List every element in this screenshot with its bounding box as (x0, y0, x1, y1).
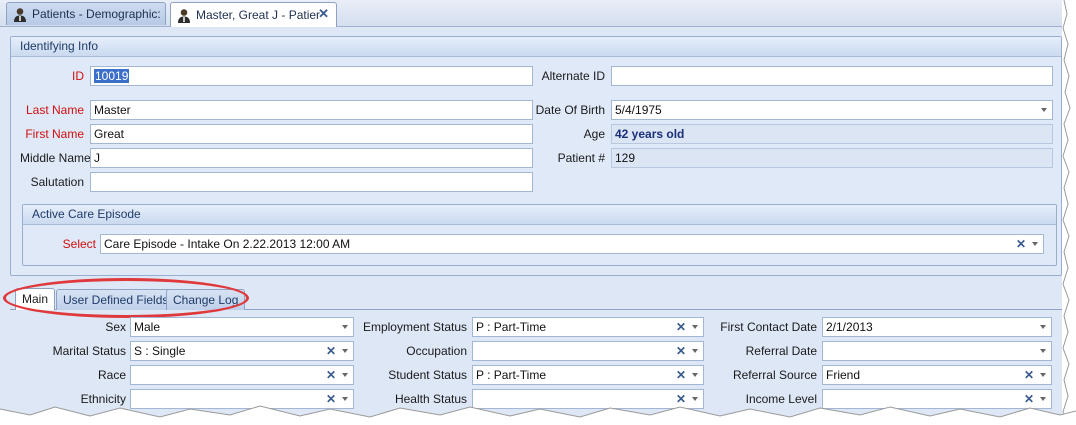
group-header: Active Care Episode (23, 205, 1056, 225)
person-icon (178, 8, 190, 23)
last-name-label: Last Name (25, 103, 84, 117)
salutation-field[interactable] (90, 172, 533, 192)
care-episode-select-label: Select (62, 237, 96, 251)
clear-icon[interactable]: ✕ (1024, 366, 1034, 384)
last-name-field[interactable]: Master (90, 100, 533, 120)
student-status-value: P : Part-Time (476, 368, 547, 382)
chevron-down-icon[interactable] (1040, 325, 1046, 329)
document-tab-strip: Patients - Demographic: Master, Great J … (0, 0, 1062, 27)
id-label: ID (72, 69, 84, 83)
person-icon (14, 7, 26, 22)
sex-value: Male (134, 320, 161, 334)
annotation-ellipse (3, 278, 249, 318)
chevron-down-icon[interactable] (1040, 373, 1046, 377)
sex-select[interactable]: Male (130, 317, 354, 337)
care-episode-value: Care Episode - Intake On 2.22.2013 12:00… (104, 237, 351, 251)
patient-number-field: 129 (611, 148, 1053, 168)
race-select[interactable]: ✕ (130, 365, 354, 385)
middle-name-field[interactable]: J (90, 148, 533, 168)
patient-number-label: Patient # (557, 151, 605, 165)
chevron-down-icon[interactable] (342, 397, 348, 401)
chevron-down-icon[interactable] (342, 325, 348, 329)
tab-label: Master, Great J - Patier (196, 8, 321, 22)
clear-icon[interactable]: ✕ (676, 342, 686, 360)
torn-edge-right (1062, 0, 1076, 425)
referral-source-select[interactable]: Friend ✕ (822, 365, 1052, 385)
torn-edge-bottom (0, 405, 1076, 425)
chevron-down-icon[interactable] (1041, 108, 1047, 112)
chevron-down-icon[interactable] (692, 373, 698, 377)
tab-label: Patients - Demographic: (32, 7, 161, 21)
employment-status-select[interactable]: P : Part-Time ✕ (472, 317, 704, 337)
chevron-down-icon[interactable] (1032, 242, 1038, 246)
student-status-label: Student Status (388, 368, 467, 382)
first-name-label: First Name (25, 127, 84, 141)
chevron-down-icon[interactable] (1040, 397, 1046, 401)
first-contact-date-value: 2/1/2013 (826, 320, 873, 334)
referral-source-value: Friend (826, 368, 861, 382)
chevron-down-icon[interactable] (342, 349, 348, 353)
clear-icon[interactable]: ✕ (676, 366, 686, 384)
first-contact-date-label: First Contact Date (720, 320, 817, 334)
age-label: Age (583, 127, 605, 141)
referral-date-field[interactable] (822, 341, 1052, 361)
date-of-birth-label: Date Of Birth (535, 103, 605, 117)
id-value: 10019 (94, 69, 130, 83)
care-episode-select[interactable]: Care Episode - Intake On 2.22.2013 12:00… (100, 234, 1044, 254)
date-of-birth-field[interactable]: 5/4/1975 (611, 100, 1053, 120)
clear-icon[interactable]: ✕ (1016, 235, 1026, 253)
chevron-down-icon[interactable] (692, 397, 698, 401)
referral-date-label: Referral Date (745, 344, 817, 358)
first-contact-date-field[interactable]: 2/1/2013 (822, 317, 1052, 337)
tab-patients-demographics[interactable]: Patients - Demographic: (6, 2, 166, 25)
chevron-down-icon[interactable] (1040, 349, 1046, 353)
occupation-label: Occupation (406, 344, 467, 358)
chevron-down-icon[interactable] (692, 349, 698, 353)
chevron-down-icon[interactable] (342, 373, 348, 377)
tab-patient-record[interactable]: Master, Great J - Patier ✕ (170, 2, 337, 27)
sex-label: Sex (105, 320, 126, 334)
race-label: Race (97, 368, 126, 382)
alternate-id-label: Alternate ID (541, 69, 605, 83)
salutation-label: Salutation (30, 175, 84, 189)
referral-source-label: Referral Source (732, 368, 817, 382)
chevron-down-icon[interactable] (692, 325, 698, 329)
occupation-select[interactable]: ✕ (472, 341, 704, 361)
middle-name-label: Middle Name (20, 151, 91, 165)
group-header: Identifying Info (11, 37, 1061, 57)
employment-status-label: Employment Status (362, 320, 467, 334)
clear-icon[interactable]: ✕ (676, 318, 686, 336)
marital-status-label: Marital Status (52, 344, 126, 358)
student-status-select[interactable]: P : Part-Time ✕ (472, 365, 704, 385)
alternate-id-field[interactable] (611, 66, 1053, 86)
marital-status-select[interactable]: S : Single ✕ (130, 341, 354, 361)
date-of-birth-value: 5/4/1975 (615, 103, 662, 117)
employment-status-value: P : Part-Time (476, 320, 547, 334)
clear-icon[interactable]: ✕ (326, 342, 336, 360)
clear-icon[interactable]: ✕ (326, 366, 336, 384)
close-icon[interactable]: ✕ (318, 6, 329, 22)
id-field[interactable]: 10019 (90, 66, 533, 86)
age-field: 42 years old (611, 124, 1053, 144)
marital-status-value: S : Single (134, 344, 186, 358)
first-name-field[interactable]: Great (90, 124, 533, 144)
